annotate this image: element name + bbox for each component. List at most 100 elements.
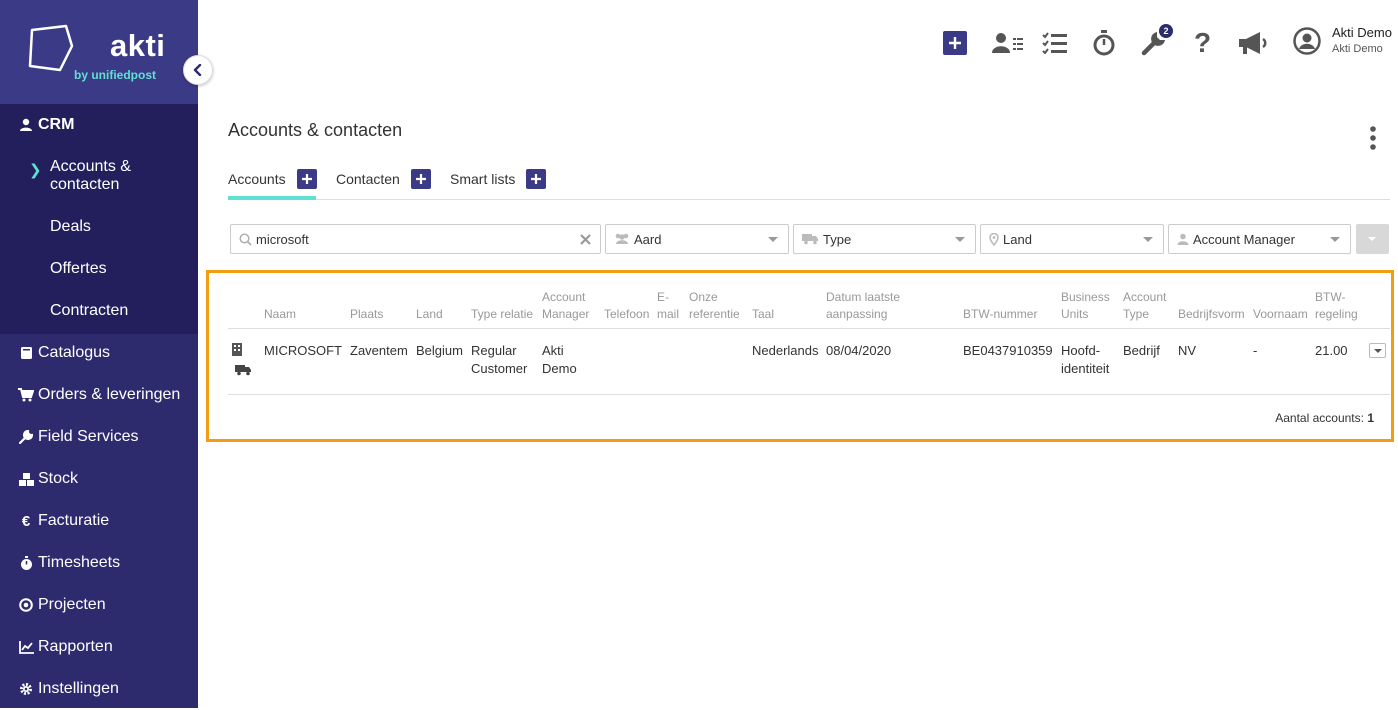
boxes-icon (18, 472, 34, 486)
accounts-count: Aantal accounts: 1 (1275, 411, 1374, 425)
col-header-line: E- (657, 290, 669, 304)
question-icon: ? (1194, 27, 1212, 58)
sidebar-item-rapporten[interactable]: Rapporten (0, 626, 198, 668)
cell-voornaam: - (1253, 343, 1258, 358)
target-icon (18, 598, 34, 612)
cell-btw-nummer: BE0437910359 (963, 343, 1053, 358)
sidebar-item-offertes[interactable]: Offertes (50, 260, 107, 278)
add-button[interactable] (943, 29, 967, 57)
type-select[interactable]: Type (793, 224, 976, 254)
more-options-icon[interactable] (1368, 126, 1378, 150)
col-header-email[interactable]: E- mail (657, 289, 679, 323)
account-manager-select[interactable]: Account Manager (1168, 224, 1351, 254)
add-smart-list-button[interactable] (526, 169, 547, 189)
col-header-telefoon[interactable]: Telefoon (604, 306, 649, 323)
sidebar-item-instellingen[interactable]: Instellingen (0, 668, 198, 710)
sidebar-item-timesheets[interactable]: Timesheets (0, 542, 198, 584)
timer-button[interactable] (1093, 29, 1115, 57)
tab-smart-lists[interactable]: Smart lists (450, 168, 547, 200)
page-title: Accounts & contacten (228, 120, 403, 140)
sidebar-item-label: Facturatie (38, 512, 110, 529)
sidebar-item-deals[interactable]: Deals (50, 218, 91, 236)
col-header-btw-nummer[interactable]: BTW-nummer (963, 306, 1037, 323)
col-header-voornaam[interactable]: Voornaam (1253, 306, 1308, 323)
contacts-list-button[interactable] (992, 29, 1024, 57)
tasks-button[interactable] (1042, 29, 1068, 57)
tab-accounts[interactable]: Accounts (228, 168, 317, 200)
sidebar-item-contracten[interactable]: Contracten (50, 302, 128, 320)
type-select-value: Type (823, 231, 852, 247)
sidebar-item-facturatie[interactable]: € Facturatie (0, 500, 198, 542)
land-select[interactable]: Land (980, 224, 1164, 254)
sidebar-item-orders[interactable]: Orders & leveringen (0, 374, 198, 416)
col-header-datum[interactable]: Datum laatste aanpassing (826, 289, 900, 323)
caret-down-icon (768, 237, 778, 242)
cell-datum: 08/04/2020 (826, 343, 892, 358)
search-value: microsoft (256, 231, 309, 247)
aard-select[interactable]: Aard (605, 224, 789, 254)
clear-icon[interactable] (580, 234, 591, 245)
add-account-button[interactable] (296, 169, 317, 189)
sidebar-item-label: Orders & leveringen (38, 386, 181, 403)
col-header-plaats[interactable]: Plaats (350, 306, 383, 323)
search-input[interactable]: microsoft (230, 224, 601, 254)
cell-line: Hoofd- (1061, 343, 1101, 358)
more-filters-button[interactable] (1356, 224, 1389, 254)
sidebar-item-projecten[interactable]: Projecten (0, 584, 198, 626)
sidebar-item-catalogus[interactable]: Catalogus (0, 332, 198, 374)
cell-business-units: Hoofd- identiteit (1061, 342, 1109, 378)
collapse-sidebar-button[interactable] (183, 55, 213, 85)
col-header-business-units[interactable]: Business Units (1061, 289, 1110, 323)
user-icon (1177, 233, 1189, 245)
col-header-line: BTW- (1315, 290, 1346, 304)
col-header-taal[interactable]: Taal (752, 306, 774, 323)
tab-label: Accounts (228, 171, 286, 187)
announcements-button[interactable] (1238, 29, 1268, 57)
col-header-type-relatie[interactable]: Type relatie (471, 306, 533, 323)
sidebar: akti by unifiedpost CRM ❯ Accounts & con… (0, 0, 198, 708)
row-actions-dropdown[interactable] (1369, 343, 1386, 358)
tab-contacten[interactable]: Contacten (336, 168, 431, 200)
sidebar-item-label: Catalogus (38, 344, 111, 361)
sidebar-item-crm[interactable]: CRM (0, 104, 198, 146)
col-header-account-type[interactable]: Account Type (1123, 289, 1166, 323)
col-header-line: aanpassing (826, 307, 888, 321)
chevron-right-icon: ❯ (29, 162, 42, 179)
aard-select-value: Aard (634, 231, 662, 247)
users-icon (614, 233, 630, 245)
col-header-line: Units (1061, 307, 1089, 321)
tab-bar: Accounts Contacten Smart lists (228, 168, 1390, 200)
caret-down-icon (1330, 237, 1340, 242)
add-contact-button[interactable] (410, 169, 431, 189)
user-name[interactable]: Akti Demo (1332, 25, 1392, 40)
sidebar-item-label: Stock (38, 470, 79, 487)
checklist-icon (1042, 32, 1067, 54)
col-header-land[interactable]: Land (416, 306, 443, 323)
cell-land: Belgium (416, 343, 463, 358)
col-header-btw-regeling[interactable]: BTW- regeling (1315, 289, 1358, 323)
user-menu-button[interactable] (1293, 27, 1321, 55)
sidebar-item-stock[interactable]: Stock (0, 458, 198, 500)
sidebar-item-field-services[interactable]: Field Services (0, 416, 198, 458)
sidebar-item-label: Projecten (38, 596, 106, 613)
caret-down-icon (955, 237, 965, 242)
col-header-line: Type (1123, 307, 1150, 321)
account-manager-select-value: Account Manager (1193, 231, 1295, 247)
col-header-account-manager[interactable]: Account Manager (542, 289, 589, 323)
sidebar-item-accounts-contacten[interactable]: Accounts & contacten (50, 158, 131, 194)
help-button[interactable]: ? (1194, 27, 1212, 58)
sidebar-item-label: Instellingen (38, 680, 119, 697)
col-header-naam[interactable]: Naam (264, 306, 296, 323)
col-header-onze-referentie[interactable]: Onze referentie (689, 289, 740, 323)
chevron-left-icon (193, 64, 202, 76)
sidebar-item-label: Field Services (38, 428, 139, 445)
table-header-divider (228, 328, 1390, 329)
cell-naam[interactable]: MICROSOFT (264, 342, 342, 360)
cell-account-manager: Akti Demo (542, 342, 577, 378)
col-header-line: Account (542, 290, 586, 304)
cell-type-relatie: Regular Customer (471, 342, 527, 378)
building-icon (232, 343, 242, 356)
col-header-bedrijfsvorm[interactable]: Bedrijfsvorm (1178, 306, 1245, 323)
megaphone-icon (1239, 32, 1267, 54)
cell-plaats: Zaventem (350, 343, 408, 358)
